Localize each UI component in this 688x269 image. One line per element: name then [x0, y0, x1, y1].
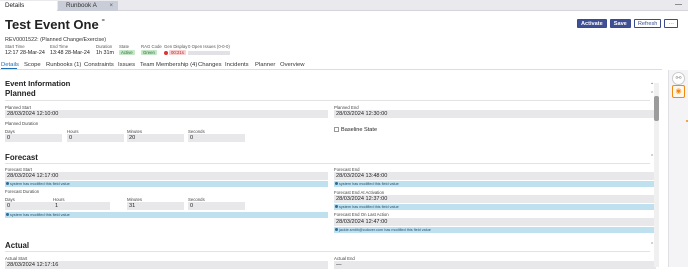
open-issues-label: 0 Open Issues (0-0-0)	[188, 44, 230, 49]
duration-label: Duration	[96, 44, 113, 49]
tab-incidents[interactable]: Incidents	[225, 62, 249, 68]
system-modified-note: system has modified this field value	[334, 204, 656, 210]
planned-minutes-field[interactable]: 20	[127, 134, 184, 142]
link-icon[interactable]: ⚭	[101, 18, 106, 24]
link-icon[interactable]: ⚯	[672, 72, 685, 85]
scrollbar[interactable]	[654, 83, 659, 267]
user-modified-note: jackie.smith@cutover.com has modified th…	[334, 227, 656, 233]
system-modified-note: system has modified this field value	[334, 181, 656, 187]
gen-display-value: 00:21s	[164, 50, 186, 56]
baseline-state-checkbox[interactable]: Baseline State	[334, 127, 377, 133]
divider	[5, 163, 650, 164]
state-badge-text: Active	[119, 50, 135, 55]
duration-value: 1h 31m	[96, 50, 114, 56]
rag-badge: Green	[141, 50, 157, 56]
refresh-button[interactable]: Refresh	[633, 19, 662, 28]
window-tab-label: Runbook A	[66, 2, 97, 9]
tab-team-membership[interactable]: Team Membership (4)	[140, 62, 197, 68]
end-time-value: 13:48 28-Mar-24	[50, 50, 90, 56]
planned-hours-field[interactable]: 0	[67, 134, 124, 142]
tab-planner[interactable]: Planner	[255, 62, 275, 68]
baseline-state-label: Baseline State	[341, 127, 378, 133]
forecast-heading: Forecast	[5, 153, 38, 162]
side-rail: ⚯ ◉	[668, 70, 688, 267]
rag-code-label: RAG Code	[141, 44, 162, 49]
header-actions: Activate Save Refresh ···	[576, 19, 678, 28]
forecast-end-field[interactable]: 28/03/2024 13:48:00	[334, 172, 656, 180]
forecast-minutes-field[interactable]: 31	[127, 202, 184, 210]
page-title-text: Test Event One	[5, 17, 99, 32]
end-time-label: End Time	[50, 44, 69, 49]
window-tab-bar: Details Runbook A × —	[0, 0, 688, 11]
detail-tabs: Details Scope Runbooks (1) Constraints I…	[0, 61, 662, 70]
window-menu-icon[interactable]: —	[675, 0, 682, 10]
forecast-end-on-last-action-field[interactable]: 28/03/2024 12:47:00	[334, 218, 656, 226]
planned-end-field[interactable]: 28/03/2024 12:30:00	[334, 110, 656, 118]
scrollbar-thumb[interactable]	[654, 96, 659, 121]
window-tab-label: Details	[5, 2, 25, 9]
more-actions-button[interactable]: ···	[664, 19, 678, 28]
eye-icon[interactable]: ◉	[672, 85, 685, 98]
close-icon[interactable]: ×	[109, 1, 113, 11]
tab-changes[interactable]: Changes	[198, 62, 222, 68]
event-information-heading: Event Information	[5, 79, 71, 88]
forecast-end-on-last-action-label: Forecast End On Last Action	[334, 212, 389, 217]
save-button[interactable]: Save	[609, 19, 631, 28]
actual-end-field[interactable]: —	[334, 261, 656, 269]
gen-display-text: 00:21s	[169, 50, 186, 55]
page-title: Test Event One ⚭	[5, 17, 106, 32]
planned-days-field[interactable]: 0	[5, 134, 62, 142]
tab-overview[interactable]: Overview	[280, 62, 305, 68]
tab-scope[interactable]: Scope	[24, 62, 41, 68]
forecast-seconds-field[interactable]: 0	[188, 202, 245, 210]
start-time-value: 12:17 28-Mar-24	[5, 50, 45, 56]
planned-duration-label: Planned Duration	[5, 121, 39, 126]
rag-badge-text: Green	[141, 50, 157, 55]
state-label: State	[119, 44, 130, 49]
gen-display-label: Gen Display	[164, 44, 188, 49]
activate-button[interactable]: Activate	[576, 19, 607, 28]
planned-start-field[interactable]: 28/03/2024 12:10:00	[5, 110, 328, 118]
event-reference: REV0001522: (Planned Change/Exercise)	[5, 37, 106, 43]
window-tab-runbook-a[interactable]: Runbook A ×	[58, 1, 118, 11]
tab-constraints[interactable]: Constraints	[84, 62, 114, 68]
forecast-hours-field[interactable]: 1	[53, 202, 110, 210]
open-issues-bar	[188, 51, 230, 55]
system-modified-note: system has modified this field value	[5, 181, 328, 187]
forecast-end-at-activation-field[interactable]: 28/03/2024 12:37:00	[334, 195, 656, 203]
active-tab-indicator	[1, 68, 17, 69]
divider	[5, 100, 650, 101]
tab-runbooks[interactable]: Runbooks (1)	[46, 62, 81, 68]
divider	[5, 251, 650, 252]
forecast-duration-label: Forecast Duration	[5, 189, 40, 194]
planned-seconds-field[interactable]: 0	[188, 134, 245, 142]
forecast-start-field[interactable]: 28/03/2024 12:17:00	[5, 172, 328, 180]
window-tab-details[interactable]: Details	[0, 1, 57, 11]
state-badge: Active	[119, 50, 135, 56]
actual-heading: Actual	[5, 241, 30, 250]
system-modified-note: system has modified this field value	[5, 212, 328, 218]
actual-start-field[interactable]: 28/03/2024 12:17:16	[5, 261, 328, 269]
status-dot-icon	[164, 50, 168, 55]
planned-heading: Planned	[5, 89, 36, 98]
checkbox-icon[interactable]	[334, 127, 339, 133]
start-time-label: Start Time	[5, 44, 25, 49]
tab-issues[interactable]: Issues	[118, 62, 135, 68]
